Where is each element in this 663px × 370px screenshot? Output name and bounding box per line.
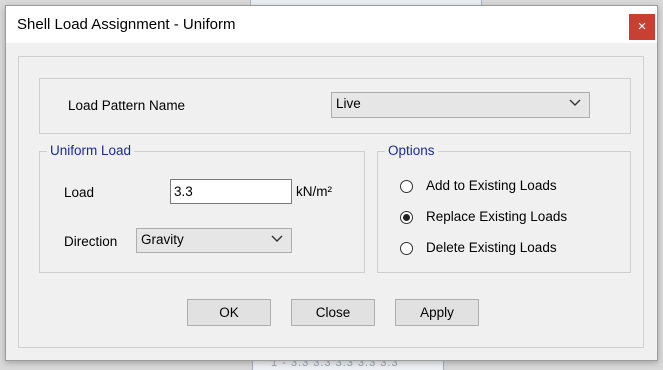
title-bar[interactable]: Shell Load Assignment - Uniform × xyxy=(6,6,657,43)
uniform-load-group: Uniform Load Load kN/m² Direction Gravit… xyxy=(39,143,365,273)
uniform-load-group-title: Uniform Load xyxy=(47,143,135,158)
direction-value: Gravity xyxy=(141,232,184,247)
radio-selected-dot xyxy=(403,214,410,221)
apply-button[interactable]: Apply xyxy=(395,299,479,326)
shell-load-dialog: Shell Load Assignment - Uniform × Load P… xyxy=(5,5,658,361)
options-group: Options Add to Existing Loads Replace Ex… xyxy=(377,143,631,273)
option-label: Replace Existing Loads xyxy=(426,209,568,224)
dialog-content: Load Pattern Name Live Uniform Load Load… xyxy=(18,56,644,348)
close-icon: × xyxy=(637,18,647,35)
radio-delete-existing[interactable] xyxy=(400,242,413,255)
load-unit: kN/m² xyxy=(296,184,332,199)
radio-add-to-existing[interactable] xyxy=(400,180,413,193)
ok-button[interactable]: OK xyxy=(187,299,271,326)
direction-select[interactable]: Gravity xyxy=(136,228,292,253)
load-value-input[interactable] xyxy=(170,179,292,204)
option-label: Delete Existing Loads xyxy=(426,240,557,255)
chevron-down-icon xyxy=(569,99,581,106)
options-group-title: Options xyxy=(385,143,438,158)
radio-replace-existing[interactable] xyxy=(400,211,413,224)
chevron-down-icon xyxy=(271,235,283,242)
load-pattern-group: Load Pattern Name Live xyxy=(39,78,631,134)
load-pattern-value: Live xyxy=(336,96,361,111)
load-label: Load xyxy=(64,185,95,200)
load-pattern-select[interactable]: Live xyxy=(331,92,590,118)
load-pattern-label: Load Pattern Name xyxy=(68,98,186,113)
close-button[interactable]: Close xyxy=(291,299,375,326)
direction-label: Direction xyxy=(64,234,118,249)
close-window-button[interactable]: × xyxy=(629,14,655,40)
dialog-title: Shell Load Assignment - Uniform xyxy=(17,16,236,33)
option-label: Add to Existing Loads xyxy=(426,178,557,193)
